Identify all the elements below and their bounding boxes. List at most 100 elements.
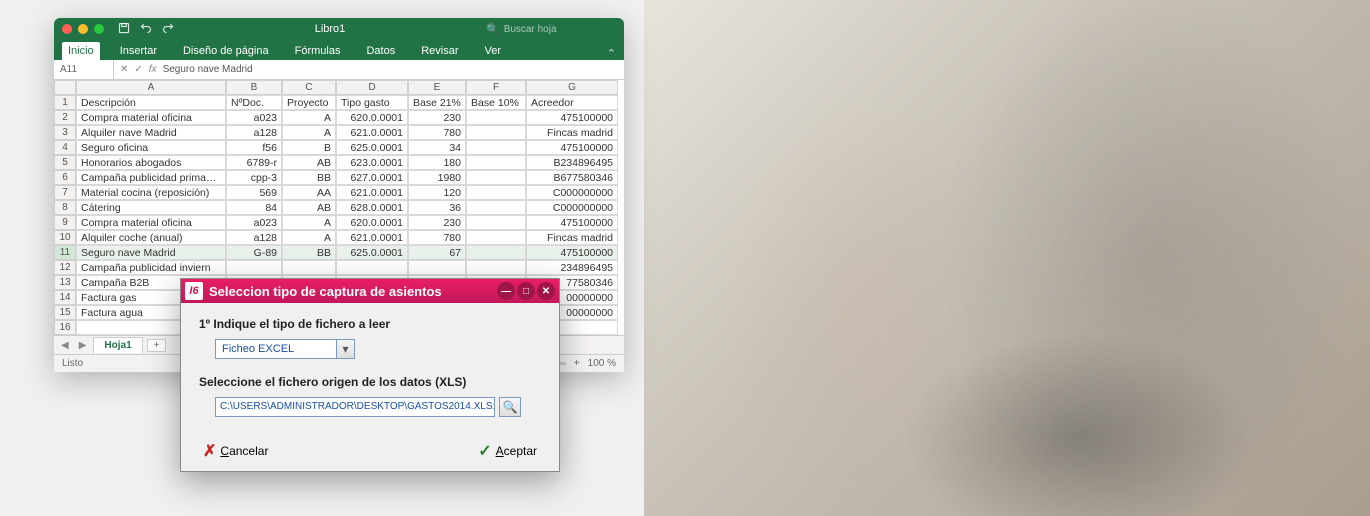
cell[interactable]: Material cocina (reposición) [76,185,226,200]
row-header[interactable]: 11 [54,245,76,260]
cell[interactable]: 620.0.0001 [336,215,408,230]
cell[interactable]: 620.0.0001 [336,110,408,125]
cell[interactable] [466,170,526,185]
cell[interactable]: 625.0.0001 [336,140,408,155]
redo-icon[interactable] [162,22,174,37]
cell[interactable]: C000000000 [526,185,618,200]
ribbon-tab-insertar[interactable]: Insertar [114,42,163,60]
cell[interactable]: A [282,125,336,140]
search-box[interactable]: 🔍 Buscar hoja [486,23,616,36]
cell[interactable]: a023 [226,110,282,125]
cell[interactable]: BB [282,245,336,260]
cell[interactable]: 628.0.0001 [336,200,408,215]
cell[interactable]: B234896495 [526,155,618,170]
cell[interactable]: 475100000 [526,110,618,125]
cell[interactable]: Compra material oficina [76,215,226,230]
cell[interactable] [466,110,526,125]
cell[interactable]: B [282,140,336,155]
ribbon-collapse-icon[interactable]: ⌃ [607,47,616,60]
cell[interactable]: 475100000 [526,140,618,155]
minimize-icon[interactable] [78,24,88,34]
cell[interactable]: Seguro oficina [76,140,226,155]
file-path-input[interactable]: C:\USERS\ADMINISTRADOR\DESKTOP\GASTOS201… [215,397,495,417]
table-header-cell[interactable]: Acreedor [526,95,618,110]
row-header[interactable]: 12 [54,260,76,275]
row-header[interactable]: 2 [54,110,76,125]
cell[interactable]: a023 [226,215,282,230]
browse-button[interactable]: 🔍 [499,397,521,417]
sheet-prev-icon[interactable]: ◀ [58,340,72,351]
row-header[interactable]: 15 [54,305,76,320]
cell[interactable]: 625.0.0001 [336,245,408,260]
cell[interactable] [466,215,526,230]
row-header[interactable]: 7 [54,185,76,200]
undo-icon[interactable] [140,22,152,37]
cell[interactable]: 67 [408,245,466,260]
cell[interactable]: 780 [408,125,466,140]
cell[interactable]: Fincas madrid [526,125,618,140]
cell[interactable] [466,245,526,260]
select-all-corner[interactable] [54,80,76,95]
cell[interactable]: 36 [408,200,466,215]
cell[interactable] [336,260,408,275]
row-header[interactable]: 16 [54,320,76,335]
cell[interactable]: Campaña publicidad primavera [76,170,226,185]
cell[interactable]: Seguro nave Madrid [76,245,226,260]
table-header-cell[interactable]: Proyecto [282,95,336,110]
cell[interactable]: 230 [408,215,466,230]
cell[interactable]: 180 [408,155,466,170]
cell[interactable] [466,125,526,140]
table-header-cell[interactable]: NºDoc. [226,95,282,110]
cell[interactable]: A [282,230,336,245]
save-icon[interactable] [118,22,130,37]
dialog-maximize-icon[interactable]: □ [517,282,535,300]
row-header[interactable]: 4 [54,140,76,155]
cell[interactable] [408,260,466,275]
ribbon-tab-revisar[interactable]: Revisar [415,42,464,60]
cell[interactable]: Fincas madrid [526,230,618,245]
fx-confirm-icon[interactable]: ✓ [134,64,142,75]
cancel-button[interactable]: ✗ Cancelar [203,441,268,461]
cell[interactable]: AB [282,200,336,215]
ribbon-tab-formulas[interactable]: Fórmulas [289,42,347,60]
cell[interactable]: 780 [408,230,466,245]
cell[interactable]: Cátering [76,200,226,215]
cell[interactable]: G-89 [226,245,282,260]
accept-button[interactable]: ✓ Aceptar [478,441,537,461]
column-header[interactable]: D [336,80,408,95]
cell[interactable]: BB [282,170,336,185]
sheet-next-icon[interactable]: ▶ [76,340,90,351]
cell[interactable] [466,260,526,275]
cell[interactable]: 234896495 [526,260,618,275]
cell[interactable]: Alquiler nave Madrid [76,125,226,140]
cell[interactable]: Honorarios abogados [76,155,226,170]
name-box[interactable]: A11 [54,60,114,79]
table-header-cell[interactable]: Tipo gasto [336,95,408,110]
sheet-add-button[interactable]: + [147,339,167,352]
zoom-plus-icon[interactable]: + [574,358,580,369]
column-header[interactable]: C [282,80,336,95]
sheet-tab[interactable]: Hoja1 [93,337,142,353]
cell[interactable]: A [282,110,336,125]
column-header[interactable]: A [76,80,226,95]
cell[interactable]: 6789-r [226,155,282,170]
fx-icon[interactable]: fx [149,64,157,75]
cell[interactable]: 230 [408,110,466,125]
column-header[interactable]: B [226,80,282,95]
cell[interactable]: 621.0.0001 [336,185,408,200]
row-header[interactable]: 3 [54,125,76,140]
cell[interactable]: B677580346 [526,170,618,185]
row-header[interactable]: 5 [54,155,76,170]
cell[interactable]: 475100000 [526,245,618,260]
cell[interactable]: f56 [226,140,282,155]
cell[interactable] [466,230,526,245]
cell[interactable]: 621.0.0001 [336,230,408,245]
table-header-cell[interactable]: Base 21% [408,95,466,110]
cell[interactable]: 621.0.0001 [336,125,408,140]
cell[interactable]: A [282,215,336,230]
cell[interactable]: Compra material oficina [76,110,226,125]
table-header-cell[interactable]: Descripción [76,95,226,110]
ribbon-tab-diseno[interactable]: Diseño de página [177,42,275,60]
cell[interactable]: Campaña publicidad inviern [76,260,226,275]
fx-cancel-icon[interactable]: ✕ [120,64,128,75]
